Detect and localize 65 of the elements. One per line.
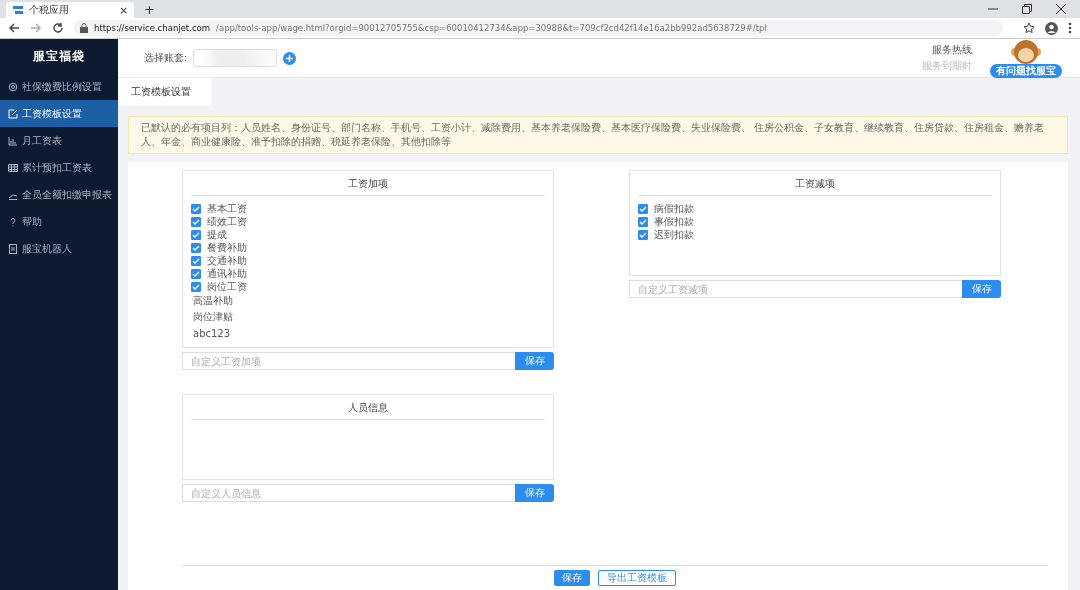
checkbox[interactable] xyxy=(638,216,648,227)
checkbox-item[interactable]: 岗位工资 xyxy=(191,280,545,293)
checkbox-item[interactable]: 交通补助 xyxy=(191,254,545,267)
custom-item: 高温补助 xyxy=(192,294,233,308)
checkbox[interactable] xyxy=(191,281,201,292)
checkbox[interactable] xyxy=(191,242,201,253)
checkbox-item[interactable]: 事假扣款 xyxy=(638,215,992,228)
export-button[interactable]: 导出工资模板 xyxy=(598,570,676,586)
gear-icon xyxy=(8,81,18,92)
checkbox[interactable] xyxy=(191,229,201,240)
checkbox[interactable] xyxy=(638,203,648,214)
browser-tab[interactable]: 个税应用 × xyxy=(6,2,134,18)
lock-icon xyxy=(80,23,88,33)
custom-item: abc123 xyxy=(192,326,231,341)
checkbox[interactable] xyxy=(638,229,648,240)
sidebar-item[interactable]: 累计预扣工资表 xyxy=(0,154,118,181)
panel-title: 工资加项 xyxy=(191,171,545,196)
sidebar-item[interactable]: 社保缴费比例设置 xyxy=(0,73,118,100)
checkbox-item[interactable]: 病假扣款 xyxy=(638,202,992,215)
checkbox[interactable] xyxy=(191,255,201,266)
checkbox[interactable] xyxy=(191,216,201,227)
table-icon xyxy=(8,162,18,173)
checkbox[interactable] xyxy=(191,268,201,279)
checkbox[interactable] xyxy=(191,203,201,214)
checkbox-item[interactable]: 基本工资 xyxy=(191,202,545,215)
sidebar-item[interactable]: 月工资表 xyxy=(0,127,118,154)
close-tab-button[interactable]: × xyxy=(119,4,128,16)
menu-icon[interactable] xyxy=(1068,22,1072,34)
tab-title: 个税应用 xyxy=(29,3,70,17)
custom-item: 岗位津贴 xyxy=(192,310,233,324)
close-icon[interactable] xyxy=(1056,4,1066,14)
input-field[interactable]: 自定义工资减项 xyxy=(629,280,962,298)
forward-icon[interactable] xyxy=(30,22,42,34)
sidebar-item[interactable]: 全员全额扣缴申报表 xyxy=(0,181,118,208)
reload-icon[interactable] xyxy=(52,22,64,34)
back-icon[interactable] xyxy=(8,22,20,34)
bar-chart-icon xyxy=(8,135,18,146)
address-bar[interactable]: https://service.chanjet.com /app/tools-app/wage.html?orgid=90012705755&csp=60010412734&app=30988&t=709cf2cd42f14e16a2bb992ad5638729#/tpl xyxy=(74,20,1003,36)
app-logo: 服宝福袋 xyxy=(32,47,86,65)
checkbox-item[interactable]: 通讯补助 xyxy=(191,267,545,280)
help-icon xyxy=(8,216,18,227)
profile-icon[interactable] xyxy=(1045,21,1058,35)
sidebar-item[interactable]: 帮助 xyxy=(0,208,118,235)
app-logo-icon xyxy=(12,5,24,15)
mascot-icon xyxy=(1011,38,1041,67)
document-icon xyxy=(8,243,18,254)
restore-icon[interactable] xyxy=(1022,4,1032,14)
add-icon[interactable] xyxy=(283,51,297,65)
edit-icon xyxy=(8,108,18,119)
sidebar-item[interactable]: 服宝机器人 xyxy=(0,235,118,262)
input-field[interactable]: 自定义工资加项 xyxy=(182,352,515,370)
checkbox-item[interactable]: 餐费补助 xyxy=(191,241,545,254)
panel-title: 工资减项 xyxy=(638,171,992,196)
notice-text: 已默认的必有项目列：人员姓名、身份证号、部门名称、手机号、工资小计、减除费用、基本养老保险费、基本医疗保险费、失业保险费、 住房公积金、子女教育、继续教育、住房贷款、住房租金、赡养老人、年金、商业健康险、准予扣除的捐赠、税延养老保险、其他扣除等 xyxy=(128,116,1068,154)
panel-title: 人员信息 xyxy=(191,395,545,420)
checkbox-item[interactable]: 绩效工资 xyxy=(191,215,545,228)
star-icon[interactable] xyxy=(1023,22,1035,34)
sidebar-item[interactable]: 工资模板设置 xyxy=(0,100,118,127)
page-title: 工资模板设置 xyxy=(118,78,211,106)
account-label: 选择账套: xyxy=(144,51,188,65)
input-field[interactable]: 自定义人员信息 xyxy=(182,484,515,502)
hotline-link[interactable]: 服务热线 xyxy=(932,43,972,57)
checkbox-item[interactable]: 提成 xyxy=(191,228,545,241)
checkbox-item[interactable]: 迟到扣款 xyxy=(638,228,992,241)
new-tab-button[interactable]: + xyxy=(134,1,165,17)
